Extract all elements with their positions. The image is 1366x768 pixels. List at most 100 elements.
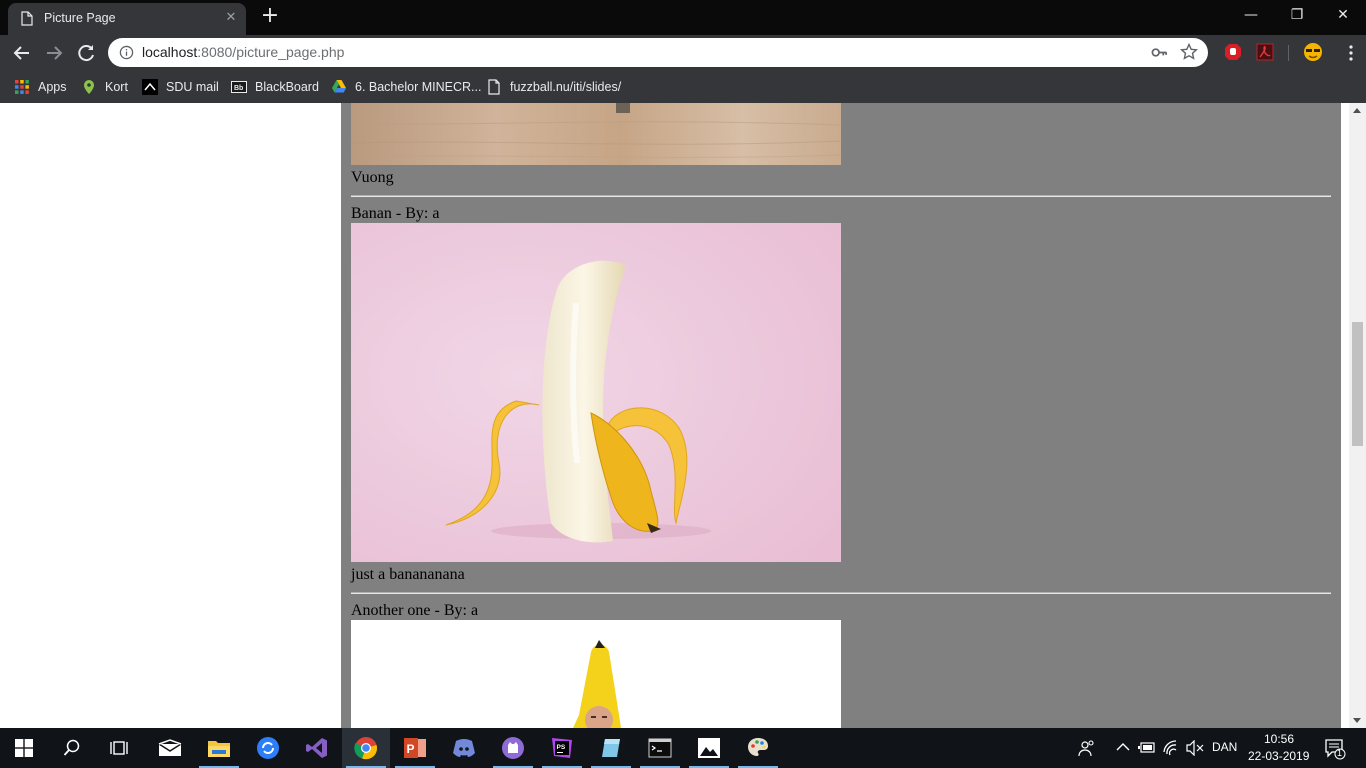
picture-feed: Vuong Banan - By: a just a banananana An… — [341, 103, 1341, 728]
notes-app-icon — [602, 739, 620, 757]
search-icon — [63, 739, 80, 756]
taskbar-terminal[interactable] — [636, 728, 684, 768]
chevron-up-icon[interactable] — [1116, 742, 1130, 752]
reload-icon[interactable] — [72, 39, 100, 67]
svg-text:PS: PS — [557, 744, 566, 751]
blackboard-icon: Bb — [231, 81, 247, 93]
windows-taskbar: P PS DAN 10:56 22-03-2019 1 — [0, 728, 1366, 768]
pdf-extension-icon[interactable] — [1256, 43, 1274, 61]
clock-date[interactable]: 22-03-2019 — [1248, 749, 1309, 763]
sync-app-icon — [257, 737, 279, 759]
taskbar-notes[interactable] — [587, 728, 635, 768]
phpstorm-icon: PS — [552, 738, 572, 758]
mail-icon — [158, 739, 182, 756]
bookmarks-bar: Apps Kort SDU mail Bb BlackBoard 6. Bach… — [0, 71, 1366, 103]
taskbar-photos[interactable] — [685, 728, 733, 768]
page-icon — [488, 79, 500, 95]
folder-icon — [208, 741, 230, 757]
taskbar-sync-app[interactable] — [244, 728, 292, 768]
key-icon[interactable] — [1151, 45, 1168, 60]
start-button[interactable] — [0, 728, 48, 768]
bookmark-fuzzball[interactable]: fuzzball.nu/iti/slides/ — [486, 77, 621, 97]
terminal-icon — [648, 738, 672, 758]
taskbar-phpstorm[interactable]: PS — [538, 728, 586, 768]
bookmark-star-icon[interactable] — [1180, 43, 1198, 61]
taskbar-file-explorer[interactable] — [195, 728, 243, 768]
scrollbar-thumb[interactable] — [1352, 322, 1363, 446]
task-view-button[interactable] — [96, 728, 144, 768]
post-caption: just a banananana — [351, 566, 465, 583]
search-button[interactable] — [48, 728, 96, 768]
windows-logo-icon — [15, 739, 33, 757]
adblock-extension-icon[interactable] — [1224, 43, 1242, 61]
wood-table-image — [351, 103, 841, 165]
apps-grid-icon — [15, 80, 29, 94]
address-bar[interactable]: localhost:8080/picture_page.php — [108, 38, 1208, 67]
banana-costume-image — [351, 620, 841, 728]
visual-studio-icon — [306, 738, 327, 758]
battery-icon[interactable] — [1138, 741, 1156, 755]
left-white-column — [0, 103, 341, 728]
wifi-icon[interactable] — [1163, 740, 1181, 756]
volume-muted-icon[interactable] — [1186, 740, 1204, 756]
svg-text:Bb: Bb — [234, 85, 243, 92]
photos-icon — [698, 738, 720, 758]
bookmark-bachelor[interactable]: 6. Bachelor MINECR... — [331, 77, 481, 97]
tab-picture-page[interactable]: Picture Page ✕ — [8, 3, 246, 35]
forward-arrow-icon[interactable] — [40, 39, 68, 67]
url-text[interactable]: localhost:8080/picture_page.php — [142, 44, 344, 60]
svg-text:P: P — [407, 742, 415, 756]
post-image-wood — [351, 103, 841, 165]
scroll-up-arrow-icon[interactable] — [1353, 108, 1361, 113]
discord-icon — [453, 739, 475, 757]
minimize-button[interactable]: — — [1228, 0, 1274, 30]
url-host: localhost — [142, 44, 198, 60]
bookmark-kort[interactable]: Kort — [81, 77, 128, 97]
bookmark-apps[interactable]: Apps — [14, 77, 67, 97]
people-icon[interactable] — [1078, 739, 1096, 757]
bookmark-sdu-mail[interactable]: SDU mail — [142, 77, 219, 97]
clock-time[interactable]: 10:56 — [1264, 732, 1294, 746]
google-drive-icon — [332, 80, 346, 93]
tab-title: Picture Page — [44, 11, 116, 25]
new-tab-button[interactable]: + — [256, 5, 284, 29]
taskbar-paint[interactable] — [734, 728, 782, 768]
bookmark-label: Kort — [105, 80, 128, 94]
scroll-down-arrow-icon[interactable] — [1353, 718, 1361, 723]
back-arrow-icon[interactable] — [8, 39, 36, 67]
taskbar-mail[interactable] — [146, 728, 194, 768]
taskbar-visual-studio[interactable] — [293, 728, 341, 768]
taskbar-discord[interactable] — [440, 728, 488, 768]
post-image-banana — [351, 223, 841, 562]
avatar-emoji-icon[interactable] — [1303, 42, 1323, 62]
vertical-scrollbar[interactable] — [1349, 103, 1366, 728]
taskbar-chrome[interactable] — [342, 728, 390, 768]
restore-button[interactable]: ❐ — [1274, 0, 1320, 30]
post-heading: Banan - By: a — [351, 205, 440, 222]
bookmark-label: fuzzball.nu/iti/slides/ — [510, 80, 622, 94]
post-image-banana-costume — [351, 620, 841, 728]
post-heading: Another one - By: a — [351, 602, 479, 619]
taskbar-powerpoint[interactable]: P — [391, 728, 439, 768]
info-icon[interactable] — [119, 45, 134, 60]
post-divider — [351, 592, 1331, 594]
page-icon — [21, 11, 33, 26]
bookmark-label: SDU mail — [166, 80, 219, 94]
taskbar-github[interactable] — [489, 728, 537, 768]
powerpoint-icon: P — [404, 738, 426, 758]
url-path: :8080/picture_page.php — [197, 44, 345, 60]
sdu-mail-icon — [142, 79, 158, 95]
chrome-icon — [354, 737, 377, 760]
peeled-banana-image — [351, 223, 841, 562]
post-divider — [351, 195, 1331, 197]
bookmark-blackboard[interactable]: Bb BlackBoard — [231, 77, 319, 97]
menu-dots-icon[interactable] — [1348, 44, 1354, 62]
notification-center-icon[interactable] — [1324, 738, 1346, 760]
notification-count: 1 — [1337, 748, 1343, 758]
bookmark-label: BlackBoard — [255, 80, 319, 94]
tab-strip: Picture Page ✕ + — ❐ ✕ — [0, 0, 1366, 35]
close-tab-icon[interactable]: ✕ — [224, 11, 238, 25]
task-view-icon — [110, 741, 128, 755]
close-window-button[interactable]: ✕ — [1320, 0, 1366, 30]
language-indicator[interactable]: DAN — [1212, 740, 1237, 754]
